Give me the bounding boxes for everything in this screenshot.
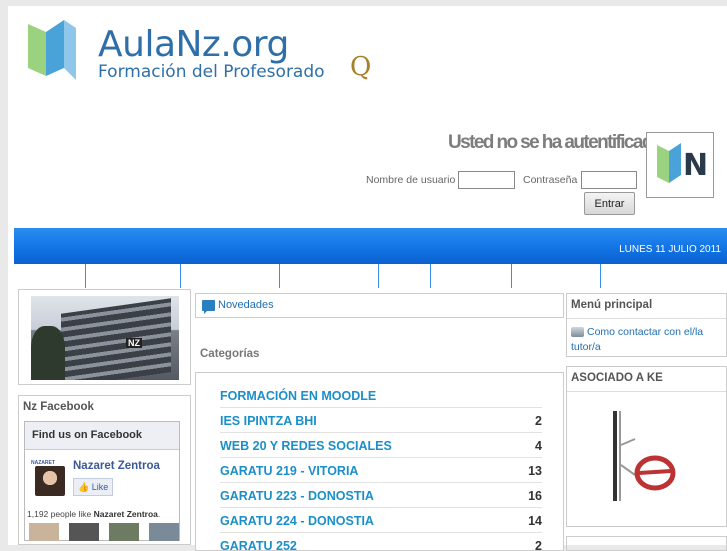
category-name[interactable]: GARATU 252	[220, 539, 297, 550]
building-sign: NZ	[126, 338, 142, 348]
facebook-like-box: Find us on Facebook NAZARET Nazaret Zent…	[24, 421, 180, 541]
category-name[interactable]: GARATU 223 - DONOSTIA	[220, 489, 374, 503]
ke-title: ASOCIADO A KE	[571, 372, 663, 384]
category-name[interactable]: IES IPINTZA BHI	[220, 414, 317, 428]
categories-list: FORMACIÓN EN MOODLE IES IPINTZA BHI 2 WE…	[195, 372, 564, 551]
nav-divider	[378, 264, 379, 288]
category-count: 14	[528, 514, 542, 528]
news-link[interactable]: Novedades	[218, 299, 274, 311]
ke-logo-icon[interactable]	[605, 405, 695, 505]
nav-divider	[511, 264, 512, 288]
facebook-block-title: Nz Facebook	[23, 401, 94, 413]
fan-avatar[interactable]	[69, 523, 99, 541]
facebook-like-count: 1,192 people like Nazaret Zentroa.	[27, 509, 161, 519]
login-button[interactable]: Entrar	[584, 192, 635, 215]
category-count: 16	[528, 489, 542, 503]
password-label: Contraseña	[523, 174, 578, 186]
category-name[interactable]: WEB 20 Y REDES SOCIALES	[220, 439, 392, 453]
right-bottom-panel	[566, 536, 727, 551]
ke-panel: ASOCIADO A KE	[566, 366, 727, 527]
fan-avatar[interactable]	[29, 523, 59, 541]
contact-tutor-link[interactable]: Como contactar con el/la tutor/a	[571, 325, 721, 355]
category-row[interactable]: GARATU 219 - VITORIA 13	[220, 458, 542, 483]
category-name[interactable]: FORMACIÓN EN MOODLE	[220, 389, 376, 403]
main-menu-title: Menú principal	[571, 299, 653, 311]
nav-divider	[600, 264, 601, 288]
auth-status: Usted no se ha autentificado.	[448, 132, 667, 153]
n-logo: N	[646, 132, 714, 198]
nav-divider	[180, 264, 181, 288]
category-row[interactable]: WEB 20 Y REDES SOCIALES 4	[220, 433, 542, 458]
q-quality-icon: Q	[350, 52, 372, 82]
facebook-panel: Nz Facebook Find us on Facebook NAZARET …	[18, 395, 191, 545]
news-panel: Novedades	[195, 293, 564, 318]
category-name[interactable]: GARATU 224 - DONOSTIA	[220, 514, 374, 528]
category-count: 2	[535, 539, 542, 551]
main-menu-panel: Menú principal Como contactar con el/la …	[566, 293, 727, 357]
speech-bubble-icon	[202, 300, 215, 314]
fan-avatar[interactable]	[109, 523, 139, 541]
n-logo-letter: N	[683, 148, 708, 183]
category-row[interactable]: GARATU 224 - DONOSTIA 14	[220, 508, 542, 533]
facebook-header: Find us on Facebook	[25, 422, 179, 450]
categories-title: Categorías	[200, 348, 260, 360]
logo-subtitle: Formación del Profesorado	[98, 62, 325, 82]
nav-divider	[279, 264, 280, 288]
username-label: Nombre de usuario	[366, 174, 456, 186]
category-row[interactable]: IES IPINTZA BHI 2	[220, 408, 542, 433]
category-count: 4	[535, 439, 542, 453]
facebook-fan-faces	[29, 523, 179, 541]
facebook-page-avatar[interactable]	[35, 466, 65, 496]
site-logo[interactable]: AulaNz.org Formación del Profesorado	[26, 18, 386, 90]
current-date: LUNES 11 JULIO 2011	[619, 244, 721, 255]
category-count: 2	[535, 414, 542, 428]
nazaret-logo-icon: N	[657, 143, 708, 183]
category-count: 13	[528, 464, 542, 478]
facebook-like-button[interactable]: 👍 Like	[73, 478, 113, 496]
nav-divider	[430, 264, 431, 288]
password-input[interactable]	[581, 171, 637, 189]
username-input[interactable]	[458, 171, 515, 189]
fan-avatar[interactable]	[149, 523, 179, 541]
like-label: Like	[91, 482, 109, 492]
logo-title: AulaNz.org	[98, 24, 289, 65]
category-row[interactable]: FORMACIÓN EN MOODLE	[220, 383, 542, 408]
facebook-page-name[interactable]: Nazaret Zentroa	[73, 460, 160, 472]
category-name[interactable]: GARATU 219 - VITORIA	[220, 464, 358, 478]
page-root: AulaNz.org Formación del Profesorado Q U…	[8, 6, 727, 551]
aulanz-logo-icon	[28, 20, 76, 80]
nav-divider	[85, 264, 86, 288]
thumbs-up-icon: 👍	[78, 482, 90, 492]
nav-dividers	[14, 264, 727, 292]
nav-bar: LUNES 11 JULIO 2011	[14, 228, 727, 264]
building-photo: NZ	[31, 296, 179, 380]
category-row[interactable]: GARATU 252 2	[220, 533, 542, 551]
category-row[interactable]: GARATU 223 - DONOSTIA 16	[220, 483, 542, 508]
